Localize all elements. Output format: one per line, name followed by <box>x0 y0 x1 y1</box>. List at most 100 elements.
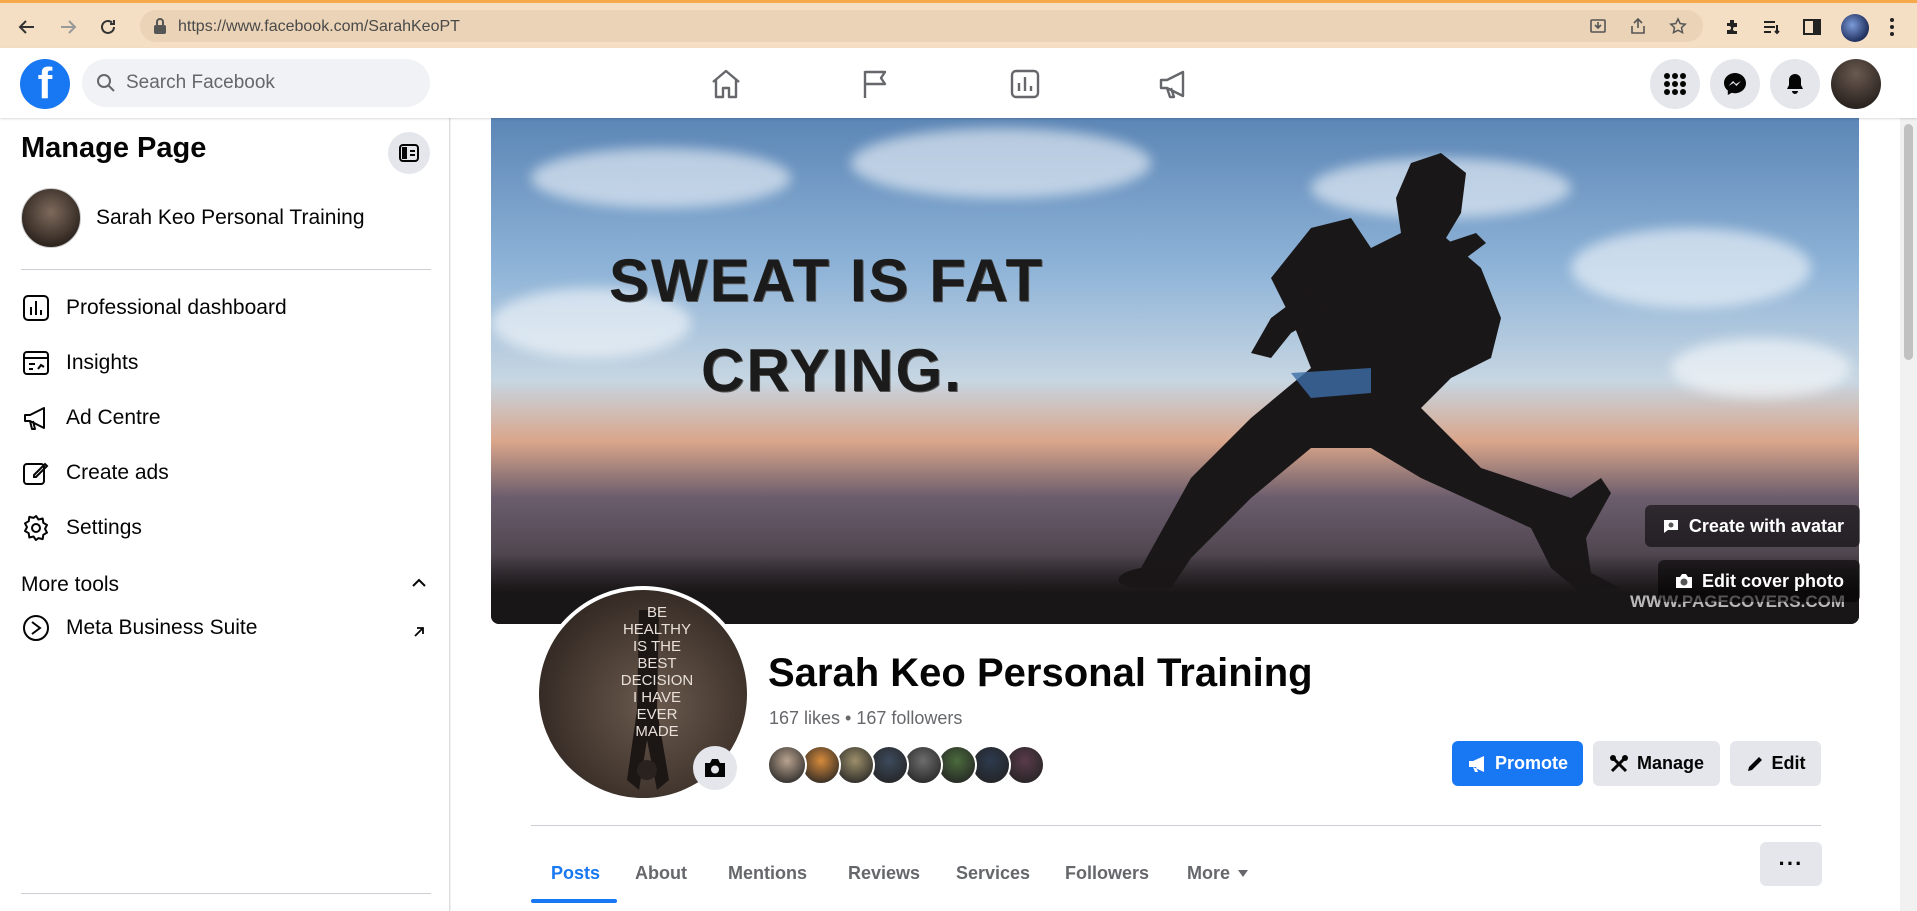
sidebar-item-label: Professional dashboard <box>66 296 287 319</box>
scrollbar-thumb[interactable] <box>1904 124 1913 360</box>
lock-icon[interactable] <box>152 17 170 35</box>
cover-quote: SWEAT IS FAT CRYING. <box>609 236 1044 416</box>
sidebar-item-label: Create ads <box>66 461 169 484</box>
edit-icon <box>21 458 51 488</box>
sidebar-title: Manage Page <box>21 132 207 164</box>
edit-label: Edit <box>1771 753 1806 773</box>
follower-avatar[interactable] <box>835 745 875 785</box>
bell-icon[interactable] <box>1770 59 1820 109</box>
follower-avatar[interactable] <box>971 745 1011 785</box>
facebook-logo[interactable]: f <box>20 59 70 109</box>
flag-icon[interactable] <box>853 62 897 106</box>
divider <box>21 269 431 270</box>
edit-cover-photo-label: Edit cover photo <box>1701 570 1844 591</box>
menu-grid-icon[interactable] <box>1650 59 1700 109</box>
page-scrollbar[interactable] <box>1900 118 1917 911</box>
account-avatar[interactable] <box>1831 59 1881 109</box>
search-input[interactable] <box>126 72 396 94</box>
install-icon[interactable] <box>1589 17 1607 35</box>
sidebar-item-label: Meta Business Suite <box>66 616 258 639</box>
reload-icon[interactable] <box>95 14 121 40</box>
sidebar-item-label: Settings <box>66 516 142 539</box>
follower-avatar[interactable] <box>801 745 841 785</box>
insights-icon <box>21 348 51 378</box>
facebook-header: f <box>0 48 1917 118</box>
page-main: SWEAT IS FAT CRYING. WWW.PAGECOVERS.COM … <box>451 118 1900 911</box>
avatar-icon <box>1661 516 1681 536</box>
search-box[interactable] <box>82 59 430 107</box>
tab-reviews[interactable]: Reviews <box>848 863 920 903</box>
tab-about[interactable]: About <box>635 863 687 903</box>
messenger-icon[interactable] <box>1710 59 1760 109</box>
tab-mentions[interactable]: Mentions <box>728 863 807 903</box>
edit-cover-photo-button[interactable]: Edit cover photo <box>1657 560 1860 602</box>
external-link-icon <box>413 626 425 638</box>
address-bar[interactable]: https://www.facebook.com/SarahKeoPT <box>140 10 1703 42</box>
browser-toolbar: https://www.facebook.com/SarahKeoPT <box>0 0 1917 48</box>
dashboard-icon <box>21 293 51 323</box>
current-page-row[interactable]: Sarah Keo Personal Training <box>21 188 365 248</box>
follower-avatar[interactable] <box>903 745 943 785</box>
kebab-menu-icon[interactable] <box>1880 15 1904 39</box>
tab-posts[interactable]: Posts <box>551 863 600 903</box>
follower-avatar[interactable] <box>767 745 807 785</box>
cover-quote-line-2: CRYING. <box>701 337 963 404</box>
chevron-up-icon[interactable] <box>412 578 426 588</box>
page-title: Sarah Keo Personal Training <box>768 651 1313 695</box>
follower-avatar[interactable] <box>937 745 977 785</box>
collapse-sidebar-icon[interactable] <box>388 132 430 174</box>
more-options-button[interactable]: ··· <box>1760 842 1822 886</box>
follower-avatar[interactable] <box>869 745 909 785</box>
extensions-icon[interactable] <box>1721 15 1745 39</box>
divider <box>531 825 1821 826</box>
search-icon <box>96 73 116 93</box>
home-icon[interactable] <box>704 62 748 106</box>
edit-button[interactable]: Edit <box>1730 741 1821 786</box>
sidebar-item-settings[interactable]: Settings <box>21 508 142 548</box>
create-with-avatar-button[interactable]: Create with avatar <box>1644 505 1860 547</box>
side-panel-icon[interactable] <box>1800 15 1824 39</box>
bookmark-star-icon[interactable] <box>1669 17 1687 35</box>
url-text[interactable]: https://www.facebook.com/SarahKeoPT <box>178 18 460 36</box>
sidebar-item-professional-dashboard[interactable]: Professional dashboard <box>21 288 287 328</box>
follower-avatars <box>767 745 1045 785</box>
gear-icon <box>21 513 51 543</box>
divider <box>21 893 431 894</box>
back-icon[interactable] <box>14 14 40 40</box>
update-profile-picture-button[interactable] <box>693 746 737 790</box>
follower-avatar[interactable] <box>1005 745 1045 785</box>
share-icon[interactable] <box>1629 17 1647 35</box>
more-tools-heading[interactable]: More tools <box>21 573 119 597</box>
camera-icon <box>1674 572 1694 590</box>
sidebar-item-ad-centre[interactable]: Ad Centre <box>21 398 161 438</box>
tab-services[interactable]: Services <box>956 863 1030 903</box>
chrome-profile-avatar[interactable] <box>1841 14 1869 42</box>
create-with-avatar-label: Create with avatar <box>1688 515 1844 536</box>
manage-label: Manage <box>1636 753 1705 773</box>
sidebar-item-meta-business-suite[interactable]: Meta Business Suite <box>21 608 257 648</box>
page-avatar <box>21 188 81 248</box>
active-tab-indicator <box>531 899 617 903</box>
tab-followers[interactable]: Followers <box>1065 863 1149 903</box>
megaphone-icon[interactable] <box>1152 62 1196 106</box>
promote-button[interactable]: Promote <box>1452 741 1583 786</box>
manage-page-sidebar: Manage Page Sarah Keo Personal Training … <box>0 118 450 911</box>
tab-more[interactable]: More <box>1187 863 1249 903</box>
manage-button[interactable]: Manage <box>1593 741 1720 786</box>
likes-followers-count[interactable]: 167 likes • 167 followers <box>769 708 962 729</box>
forward-icon[interactable] <box>55 14 81 40</box>
sidebar-item-insights[interactable]: Insights <box>21 343 138 383</box>
reading-list-icon[interactable] <box>1760 15 1784 39</box>
promote-label: Promote <box>1494 753 1568 773</box>
dashboard-icon[interactable] <box>1003 62 1047 106</box>
profile-picture-quote: BE HEALTHY IS THE BEST DECISION I HAVE E… <box>620 604 694 740</box>
megaphone-icon <box>21 403 51 433</box>
meta-business-suite-icon <box>21 613 51 643</box>
sidebar-item-label: Ad Centre <box>66 406 161 429</box>
tab-more-label: More <box>1187 863 1231 883</box>
cover-photo[interactable]: SWEAT IS FAT CRYING. WWW.PAGECOVERS.COM <box>491 118 1859 624</box>
tools-icon <box>1609 754 1629 774</box>
facebook-logo-letter: f <box>37 59 53 108</box>
sidebar-item-create-ads[interactable]: Create ads <box>21 453 169 493</box>
page-name: Sarah Keo Personal Training <box>96 206 365 229</box>
